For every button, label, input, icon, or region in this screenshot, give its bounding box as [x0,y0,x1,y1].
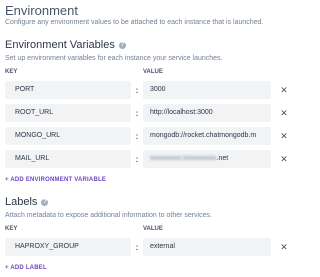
labels-column-headers: KEY VALUE [5,226,297,233]
separator: : [135,242,139,252]
env-var-row: ROOT_URL : http://localhost:3000 ✕ [5,104,297,122]
close-icon[interactable]: ✕ [271,154,297,165]
value-header: VALUE [143,69,163,75]
env-key-input[interactable]: MONGO_URL [5,127,131,145]
environment-description: Configure any environment values to be a… [5,19,264,26]
env-vars-description: Set up environment variables for each in… [5,55,223,62]
label-row: HAPROXY_GROUP : external ✕ [5,238,297,256]
env-vars-column-headers: KEY VALUE [5,69,297,76]
env-vars-title: Environment Variables [5,39,115,51]
env-value-input[interactable]: mongodb://rocket.chatmongodb.m [143,127,271,145]
env-value-input[interactable]: http://localhost:3000 [143,104,271,122]
labels-description: Attach metadata to expose additional inf… [5,212,213,219]
separator: : [135,108,139,118]
key-header: KEY [5,69,18,75]
label-key-input[interactable]: HAPROXY_GROUP [5,238,131,256]
key-header: KEY [5,226,18,232]
env-key-input[interactable]: ROOT_URL [5,104,131,122]
environment-panel: Environment Configure any environment va… [5,0,297,272]
close-icon[interactable]: ✕ [271,85,297,96]
env-key-input[interactable]: MAIL_URL [5,150,131,168]
help-icon[interactable]: ? [41,199,49,206]
separator: : [135,131,139,141]
env-vars-heading: Environment Variables ? [5,39,297,52]
close-icon[interactable]: ✕ [271,242,297,253]
value-header: VALUE [143,226,163,232]
labels-heading: Labels ? [5,196,297,209]
add-environment-variable-button[interactable]: + ADD ENVIRONMENT VARIABLE [5,176,297,184]
env-var-row: PORT : 3000 ✕ [5,81,297,99]
label-value-input[interactable]: external [143,238,271,256]
separator: : [135,85,139,95]
redacted-value: xxxxxxxxx.lxxxxxxxxx [150,155,217,162]
help-icon[interactable]: ? [118,42,126,49]
labels-title: Labels [5,196,38,208]
env-var-row: MONGO_URL : mongodb://rocket.chatmongodb… [5,127,297,145]
close-icon[interactable]: ✕ [271,131,297,142]
env-value-input[interactable]: 3000 [143,81,271,99]
value-suffix: .net [216,155,229,162]
env-key-input[interactable]: PORT [5,81,131,99]
env-var-row: MAIL_URL : xxxxxxxxx.lxxxxxxxxx.net ✕ [5,150,297,168]
env-value-input[interactable]: xxxxxxxxx.lxxxxxxxxx.net [143,150,271,168]
close-icon[interactable]: ✕ [271,108,297,119]
separator: : [135,154,139,164]
environment-title: Environment [5,3,78,18]
add-label-button[interactable]: + ADD LABEL [5,264,297,272]
